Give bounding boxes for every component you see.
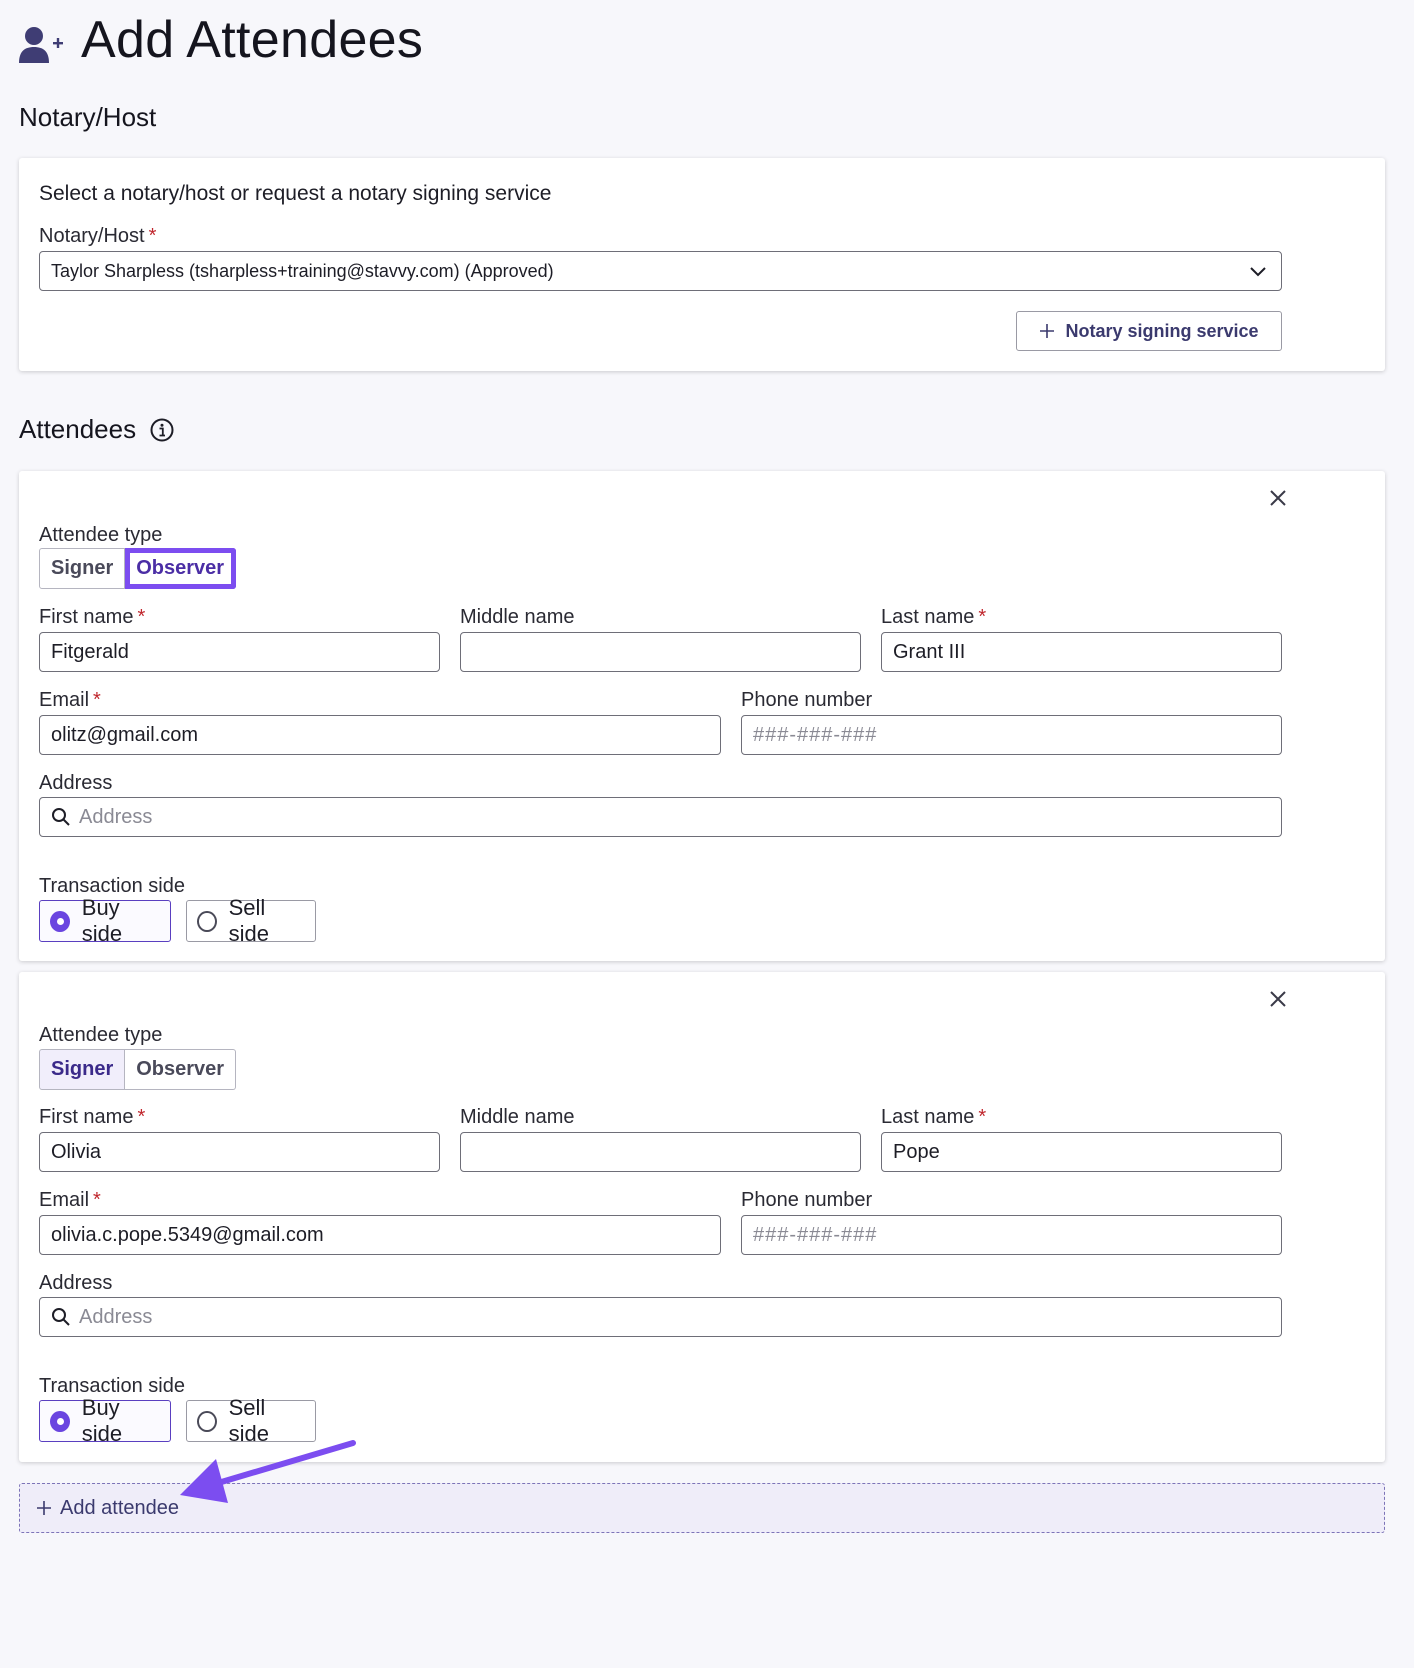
signer-option[interactable]: Signer xyxy=(39,548,126,589)
email-label-text: Email xyxy=(39,689,90,711)
address-placeholder: Address xyxy=(79,1305,153,1328)
middle-name-label: Middle name xyxy=(460,606,575,628)
required-mark: * xyxy=(978,1106,987,1128)
add-attendees-page: Add Attendees Notary/Host Select a notar… xyxy=(0,0,1414,1668)
notary-signing-service-button[interactable]: Notary signing service xyxy=(1016,311,1282,351)
address-label: Address xyxy=(39,772,113,794)
last-name-input[interactable]: Grant III xyxy=(881,632,1282,672)
plus-icon xyxy=(1040,324,1055,338)
notary-card: Select a notary/host or request a notary… xyxy=(19,158,1385,371)
buy-side-label: Buy side xyxy=(81,895,123,946)
attendee-card: Attendee type Signer Observer First name… xyxy=(19,972,1385,1462)
attendee-type-toggle: Signer Observer xyxy=(39,548,237,589)
observer-option[interactable]: Observer xyxy=(125,548,237,589)
page-title-text: Add Attendees xyxy=(81,11,424,69)
phone-input[interactable]: ###-###-### xyxy=(741,715,1282,755)
middle-name-input[interactable] xyxy=(460,632,861,672)
radio-dot xyxy=(50,910,70,932)
required-mark: * xyxy=(137,606,146,628)
notary-signing-service-label: Notary signing service xyxy=(1065,320,1259,341)
first-name-label: First name * xyxy=(39,606,145,629)
first-name-input[interactable]: Fitgerald xyxy=(39,632,440,672)
info-icon[interactable] xyxy=(150,418,174,442)
buy-side-label: Buy side xyxy=(81,1395,123,1446)
buy-side-radio[interactable]: Buy side xyxy=(39,895,171,946)
sell-side-label: Sell side xyxy=(228,1395,269,1446)
radio-dot xyxy=(197,1410,217,1432)
address-placeholder: Address xyxy=(79,805,153,828)
sell-side-radio[interactable]: Sell side xyxy=(186,1395,316,1446)
chevron-down-icon xyxy=(1250,267,1266,277)
phone-input[interactable]: ###-###-### xyxy=(741,1215,1282,1255)
close-icon[interactable] xyxy=(1267,487,1289,509)
phone-label: Phone number xyxy=(741,689,873,711)
sell-side-label: Sell side xyxy=(228,895,269,946)
email-input[interactable]: olitz@gmail.com xyxy=(39,715,721,755)
attendees-heading-text: Attendees xyxy=(19,414,137,444)
last-name-input[interactable]: Pope xyxy=(881,1132,1282,1172)
last-name-label-text: Last name xyxy=(881,1106,975,1128)
email-label: Email * xyxy=(39,1189,101,1212)
first-name-input[interactable]: Olivia xyxy=(39,1132,440,1172)
notary-section-heading: Notary/Host xyxy=(19,102,156,133)
page-title: Add Attendees xyxy=(19,10,423,70)
radio-dot xyxy=(50,1410,70,1432)
search-icon xyxy=(52,808,70,826)
notary-label-text: Notary/Host xyxy=(39,225,145,247)
address-input[interactable]: Address xyxy=(39,797,1282,837)
address-label: Address xyxy=(39,1272,113,1294)
attendees-section-heading: Attendees xyxy=(19,414,174,445)
attendee-type-label: Attendee type xyxy=(39,1024,163,1046)
attendee-card: Attendee type Signer Observer First name… xyxy=(19,471,1385,961)
required-mark: * xyxy=(148,225,157,247)
attendee-type-label: Attendee type xyxy=(39,524,163,546)
last-name-label: Last name * xyxy=(881,606,986,629)
required-mark: * xyxy=(978,606,987,628)
phone-label: Phone number xyxy=(741,1189,873,1211)
buy-side-radio[interactable]: Buy side xyxy=(39,1395,171,1446)
last-name-label: Last name * xyxy=(881,1106,986,1129)
add-attendee-label: Add attendee xyxy=(60,1496,179,1519)
notary-host-select[interactable]: Taylor Sharpless (tsharpless+training@st… xyxy=(39,251,1282,291)
required-mark: * xyxy=(93,689,101,711)
sell-side-radio[interactable]: Sell side xyxy=(186,895,316,946)
first-name-label-text: First name xyxy=(39,1106,134,1128)
add-attendee-button[interactable]: Add attendee xyxy=(19,1483,1385,1533)
observer-option[interactable]: Observer xyxy=(125,1049,237,1090)
middle-name-input[interactable] xyxy=(460,1132,861,1172)
search-icon xyxy=(52,1308,70,1326)
user-plus-icon xyxy=(19,27,63,63)
first-name-label: First name * xyxy=(39,1106,145,1129)
notary-field-label: Notary/Host * xyxy=(39,225,156,248)
attendee-type-toggle: Signer Observer xyxy=(39,1049,237,1090)
plus-icon xyxy=(37,1501,51,1515)
notary-description: Select a notary/host or request a notary… xyxy=(39,182,552,205)
radio-dot xyxy=(197,910,217,932)
last-name-label-text: Last name xyxy=(881,606,975,628)
signer-option[interactable]: Signer xyxy=(39,1049,126,1090)
address-input[interactable]: Address xyxy=(39,1297,1282,1337)
middle-name-label: Middle name xyxy=(460,1106,575,1128)
email-label-text: Email xyxy=(39,1189,90,1211)
notary-selected-value: Taylor Sharpless (tsharpless+training@st… xyxy=(51,260,554,281)
email-label: Email * xyxy=(39,689,101,712)
notary-heading-text: Notary/Host xyxy=(19,102,157,132)
required-mark: * xyxy=(93,1189,101,1211)
email-input[interactable]: olivia.c.pope.5349@gmail.com xyxy=(39,1215,721,1255)
close-icon[interactable] xyxy=(1267,988,1289,1010)
required-mark: * xyxy=(137,1106,146,1128)
first-name-label-text: First name xyxy=(39,606,134,628)
